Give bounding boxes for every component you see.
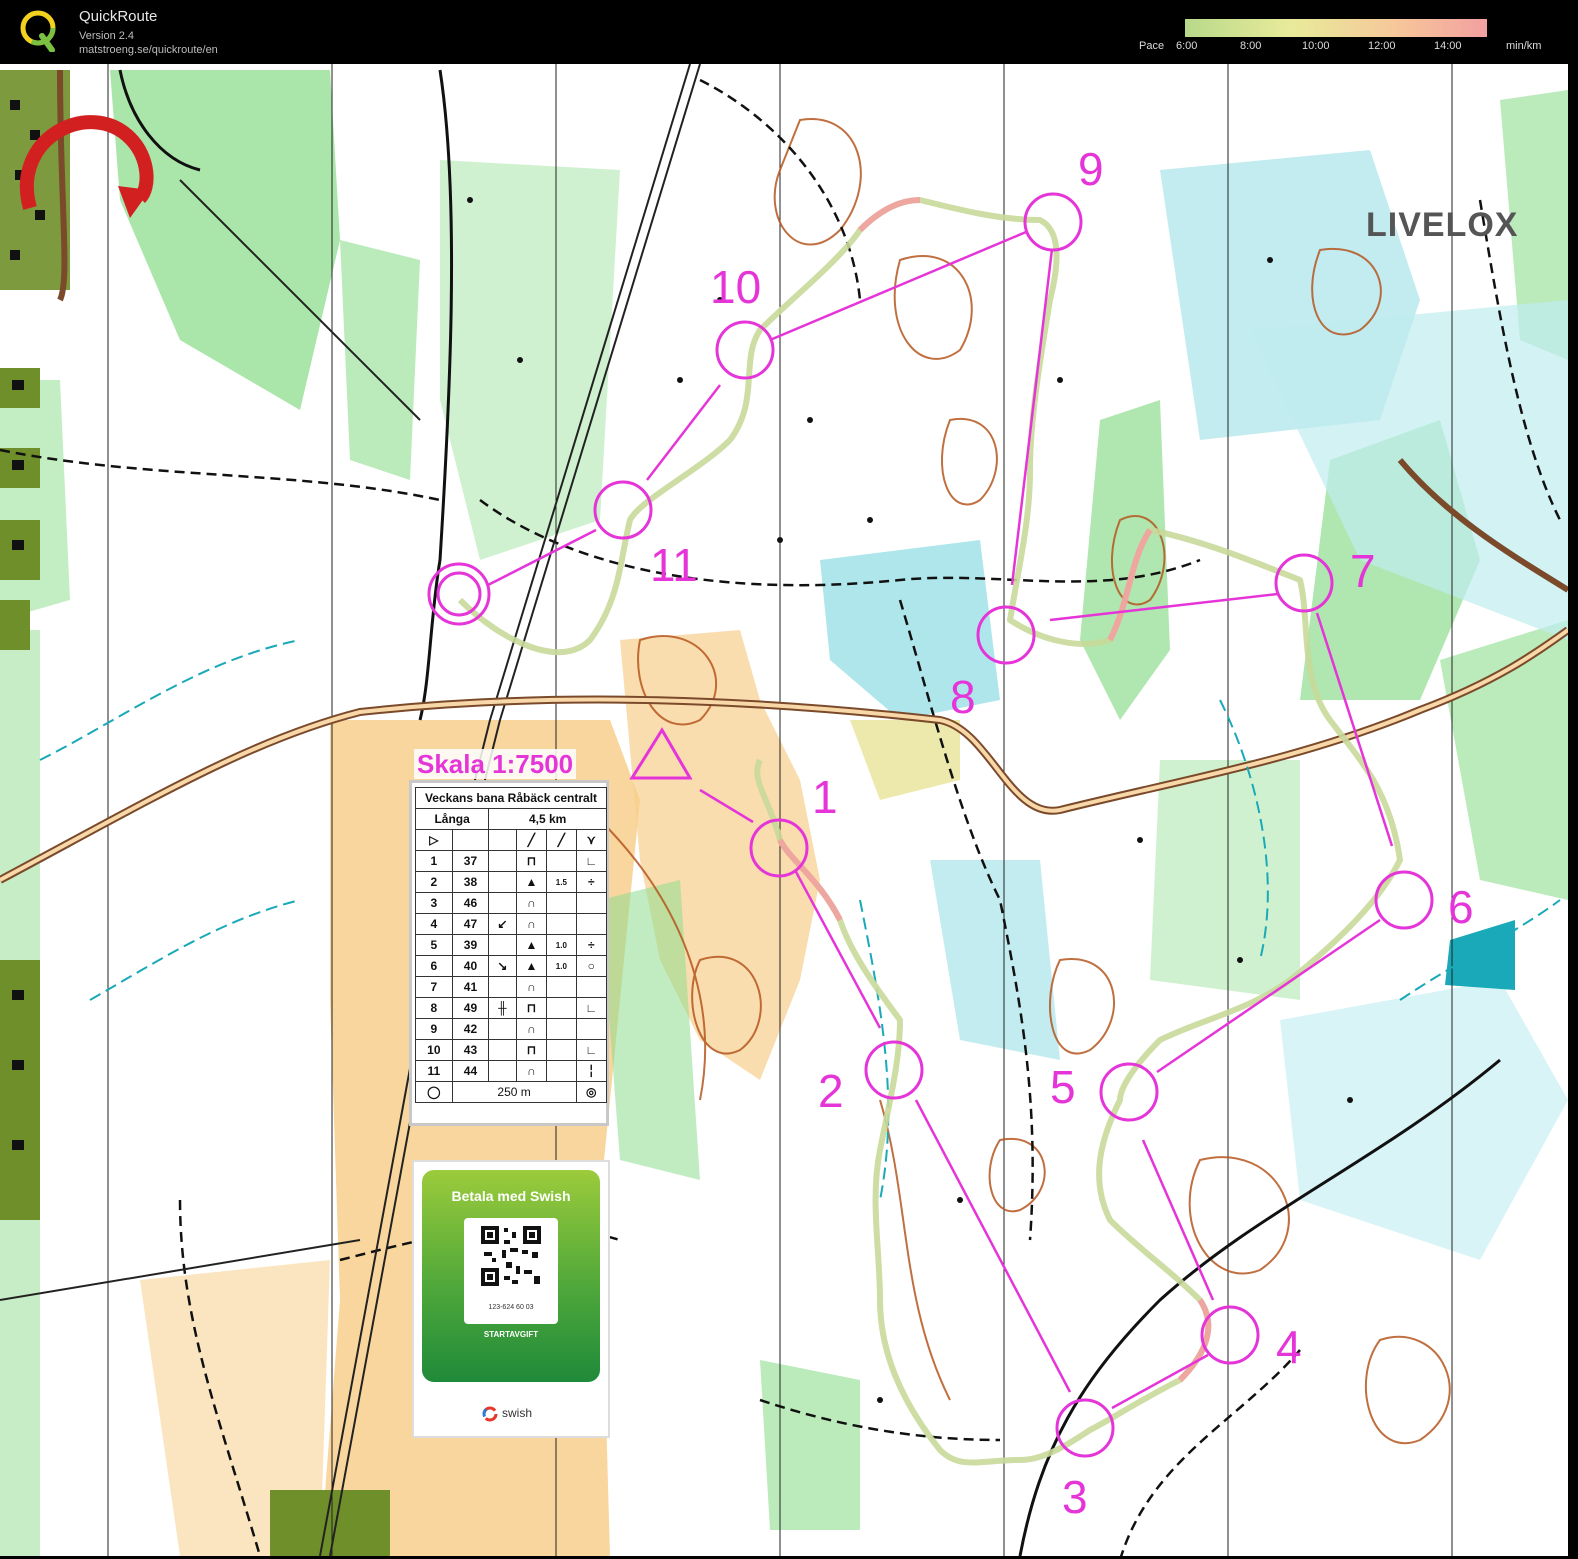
- desc-row-code: 37: [451, 850, 490, 872]
- desc-row-num: 4: [415, 913, 453, 935]
- title-bar: QuickRoute Version 2.4 matstroeng.se/qui…: [0, 0, 1578, 64]
- livelox-text: LIVELOX: [1366, 206, 1519, 244]
- desc-row-code: 39: [451, 934, 490, 956]
- pace-tick: 8:00: [1240, 40, 1262, 52]
- swish-title: Betala med Swish: [451, 1188, 571, 1204]
- desc-row-num: 1: [415, 850, 453, 872]
- control-number-5: 5: [1050, 1061, 1076, 1113]
- course-length: 4,5 km: [488, 808, 607, 830]
- desc-row-num: 2: [415, 871, 453, 893]
- description-title: Veckans bana Råbäck centralt: [415, 787, 607, 809]
- swish-logo-icon: [482, 1406, 498, 1422]
- control-number-10: 10: [710, 261, 762, 313]
- start-symbol: ▷: [415, 829, 453, 851]
- course-name: Långa: [414, 808, 490, 830]
- desc-row-code: 38: [451, 871, 490, 893]
- pace-label: Pace: [1139, 40, 1165, 52]
- finish-distance: 250 m: [451, 1081, 577, 1103]
- desc-note: 1.0: [546, 934, 577, 956]
- swish-panel: Betala med Swish 123-624 60 03 STARTAVGI…: [422, 1170, 600, 1382]
- qr-code: 123-624 60 03: [464, 1218, 558, 1324]
- control-number-6: 6: [1448, 881, 1474, 933]
- desc-row-code: 42: [451, 1018, 490, 1040]
- finish-symbol: ◯: [415, 1081, 453, 1103]
- pace-color-scale: [1185, 19, 1487, 37]
- right-border: [1568, 64, 1578, 1559]
- app-title: QuickRoute: [79, 8, 158, 25]
- desc-row-num: 7: [415, 976, 453, 998]
- pace-unit: min/km: [1506, 40, 1542, 52]
- desc-row-code: 41: [451, 976, 490, 998]
- control-number-11: 11: [650, 539, 698, 591]
- desc-row-num: 10: [415, 1039, 453, 1061]
- desc-row-code: 46: [451, 892, 490, 914]
- map-canvas: [0, 64, 1568, 1556]
- pace-tick: 12:00: [1368, 40, 1396, 52]
- app-version: Version 2.4: [79, 30, 135, 42]
- desc-row-num: 3: [415, 892, 453, 914]
- control-description-sheet: Veckans bana Råbäck centralt Långa 4,5 k…: [409, 780, 609, 1126]
- swish-subtitle: STARTAVGIFT: [483, 1330, 539, 1339]
- map-scale-label: Skala 1:7500: [414, 749, 577, 779]
- livelox-logo: [20, 115, 154, 218]
- desc-row-code: 43: [451, 1039, 490, 1061]
- pace-tick: 10:00: [1302, 40, 1330, 52]
- swish-payment-card: Betala med Swish 123-624 60 03 STARTAVGI…: [412, 1160, 610, 1438]
- control-number-7: 7: [1350, 545, 1376, 597]
- desc-row-num: 5: [415, 934, 453, 956]
- pace-tick: 6:00: [1176, 40, 1198, 52]
- control-number-4: 4: [1276, 1321, 1302, 1373]
- desc-row-code: 40: [451, 955, 490, 977]
- desc-row-code: 49: [451, 997, 490, 1019]
- desc-row-num: 8: [415, 997, 453, 1019]
- swish-brand: swish: [502, 1406, 533, 1420]
- orienteering-map[interactable]: 1 2 3 4 5 6 7 8 9 10 11 LIVELOX Skala 1:…: [0, 64, 1568, 1556]
- control-number-1: 1: [812, 771, 838, 823]
- desc-row-num: 9: [415, 1018, 453, 1040]
- desc-row-code: 44: [451, 1060, 490, 1082]
- description-table: Veckans bana Råbäck centralt Långa 4,5 k…: [414, 787, 607, 1103]
- desc-note: 1.0: [546, 955, 577, 977]
- control-number-8: 8: [950, 671, 976, 723]
- swish-number: 123-624 60 03: [488, 1304, 534, 1311]
- pace-tick: 14:00: [1434, 40, 1462, 52]
- desc-row-num: 11: [415, 1060, 453, 1082]
- control-number-2: 2: [818, 1065, 844, 1117]
- control-number-9: 9: [1078, 143, 1104, 195]
- control-number-3: 3: [1062, 1471, 1088, 1523]
- qr-code-pattern: [481, 1226, 541, 1286]
- quickroute-logo: [20, 10, 56, 52]
- desc-row-code: 47: [451, 913, 490, 935]
- app-url: matstroeng.se/quickroute/en: [79, 44, 218, 56]
- desc-note: 1.5: [546, 871, 577, 893]
- desc-row-num: 6: [415, 955, 453, 977]
